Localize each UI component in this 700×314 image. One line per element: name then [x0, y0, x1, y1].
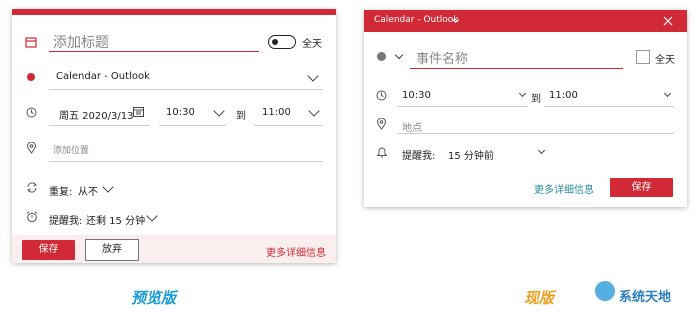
- location-input[interactable]: 地点: [402, 119, 422, 134]
- bell-icon: [377, 147, 387, 158]
- chevron-down-icon[interactable]: [663, 89, 672, 98]
- title-input[interactable]: 添加标题: [53, 32, 109, 52]
- category-color-dot[interactable]: [377, 52, 386, 61]
- start-time-select[interactable]: 10:30: [166, 107, 195, 118]
- chevron-down-icon[interactable]: [308, 105, 320, 117]
- calendar-select[interactable]: Calendar - Outlook: [56, 71, 150, 82]
- start-time-underline: [397, 106, 528, 107]
- date-picker-icon[interactable]: [133, 106, 144, 117]
- window-title: Calendar - Outlook: [374, 15, 459, 25]
- title-underline: [49, 51, 259, 52]
- preview-caption: 预览版: [131, 289, 177, 307]
- location-pin-icon: [377, 118, 386, 130]
- reminder-select[interactable]: 还剩 15 分钟: [86, 212, 145, 227]
- start-time-select[interactable]: 10:30: [402, 90, 431, 101]
- reminder-label: 提醒我:: [402, 151, 436, 162]
- alarm-clock-icon: [26, 211, 38, 223]
- chevron-down-icon[interactable]: [213, 105, 225, 117]
- all-day-label: 全天: [655, 55, 675, 66]
- repeat-label: 重复:: [49, 187, 73, 198]
- all-day-checkbox[interactable]: [636, 50, 650, 64]
- clock-icon: [26, 107, 37, 118]
- current-event-panel: Calendar - Outlook 事件名称 全天 10:30 到 11:00…: [364, 10, 687, 207]
- save-button[interactable]: 保存: [610, 178, 673, 197]
- to-label: 到: [531, 94, 541, 105]
- chevron-down-icon[interactable]: [537, 146, 546, 155]
- clock-icon: [376, 90, 387, 101]
- location-underline: [397, 133, 674, 134]
- start-time-underline: [159, 125, 226, 126]
- repeat-icon: [27, 182, 37, 193]
- event-name-input[interactable]: 事件名称: [416, 48, 468, 67]
- event-name-underline: [410, 68, 623, 69]
- chevron-down-icon[interactable]: [146, 210, 158, 222]
- close-icon[interactable]: [663, 16, 673, 26]
- date-underline: [49, 125, 150, 126]
- end-time-underline: [254, 125, 323, 126]
- discard-button[interactable]: 放弃: [85, 239, 139, 261]
- calendar-color-dot: [27, 73, 35, 81]
- all-day-label: 全天: [302, 39, 322, 50]
- watermark-logo-icon: [595, 281, 615, 301]
- calendar-underline: [49, 89, 323, 90]
- end-time-select[interactable]: 11:00: [262, 107, 291, 118]
- more-details-link[interactable]: 更多详细信息: [266, 244, 326, 259]
- chevron-down-icon[interactable]: [307, 70, 319, 82]
- all-day-toggle[interactable]: [268, 35, 296, 49]
- end-time-underline: [544, 106, 674, 107]
- repeat-select[interactable]: 从不: [78, 183, 98, 198]
- chevron-down-icon[interactable]: [518, 89, 527, 98]
- save-button[interactable]: 保存: [22, 240, 75, 260]
- toggle-knob: [272, 39, 278, 45]
- current-caption: 现版: [524, 289, 555, 307]
- reminder-select[interactable]: 15 分钟前: [448, 147, 494, 162]
- chevron-down-icon[interactable]: [394, 50, 404, 60]
- date-field[interactable]: 周五 2020/3/13: [59, 107, 133, 122]
- watermark-text: 系统天地: [619, 290, 672, 305]
- location-underline: [49, 161, 323, 162]
- location-input[interactable]: 添加位置: [53, 143, 89, 156]
- preview-event-panel: 添加标题 全天 Calendar - Outlook 周五 2020/3/13 …: [12, 9, 336, 263]
- more-details-link[interactable]: 更多详细信息: [534, 181, 594, 196]
- to-label: 到: [236, 111, 246, 122]
- calendar-icon: [25, 37, 37, 48]
- end-time-select[interactable]: 11:00: [549, 90, 578, 101]
- location-pin-icon: [27, 142, 36, 154]
- preview-accent-bar: [12, 9, 336, 15]
- reminder-label: 提醒我:: [49, 216, 83, 227]
- chevron-down-icon[interactable]: [102, 181, 114, 193]
